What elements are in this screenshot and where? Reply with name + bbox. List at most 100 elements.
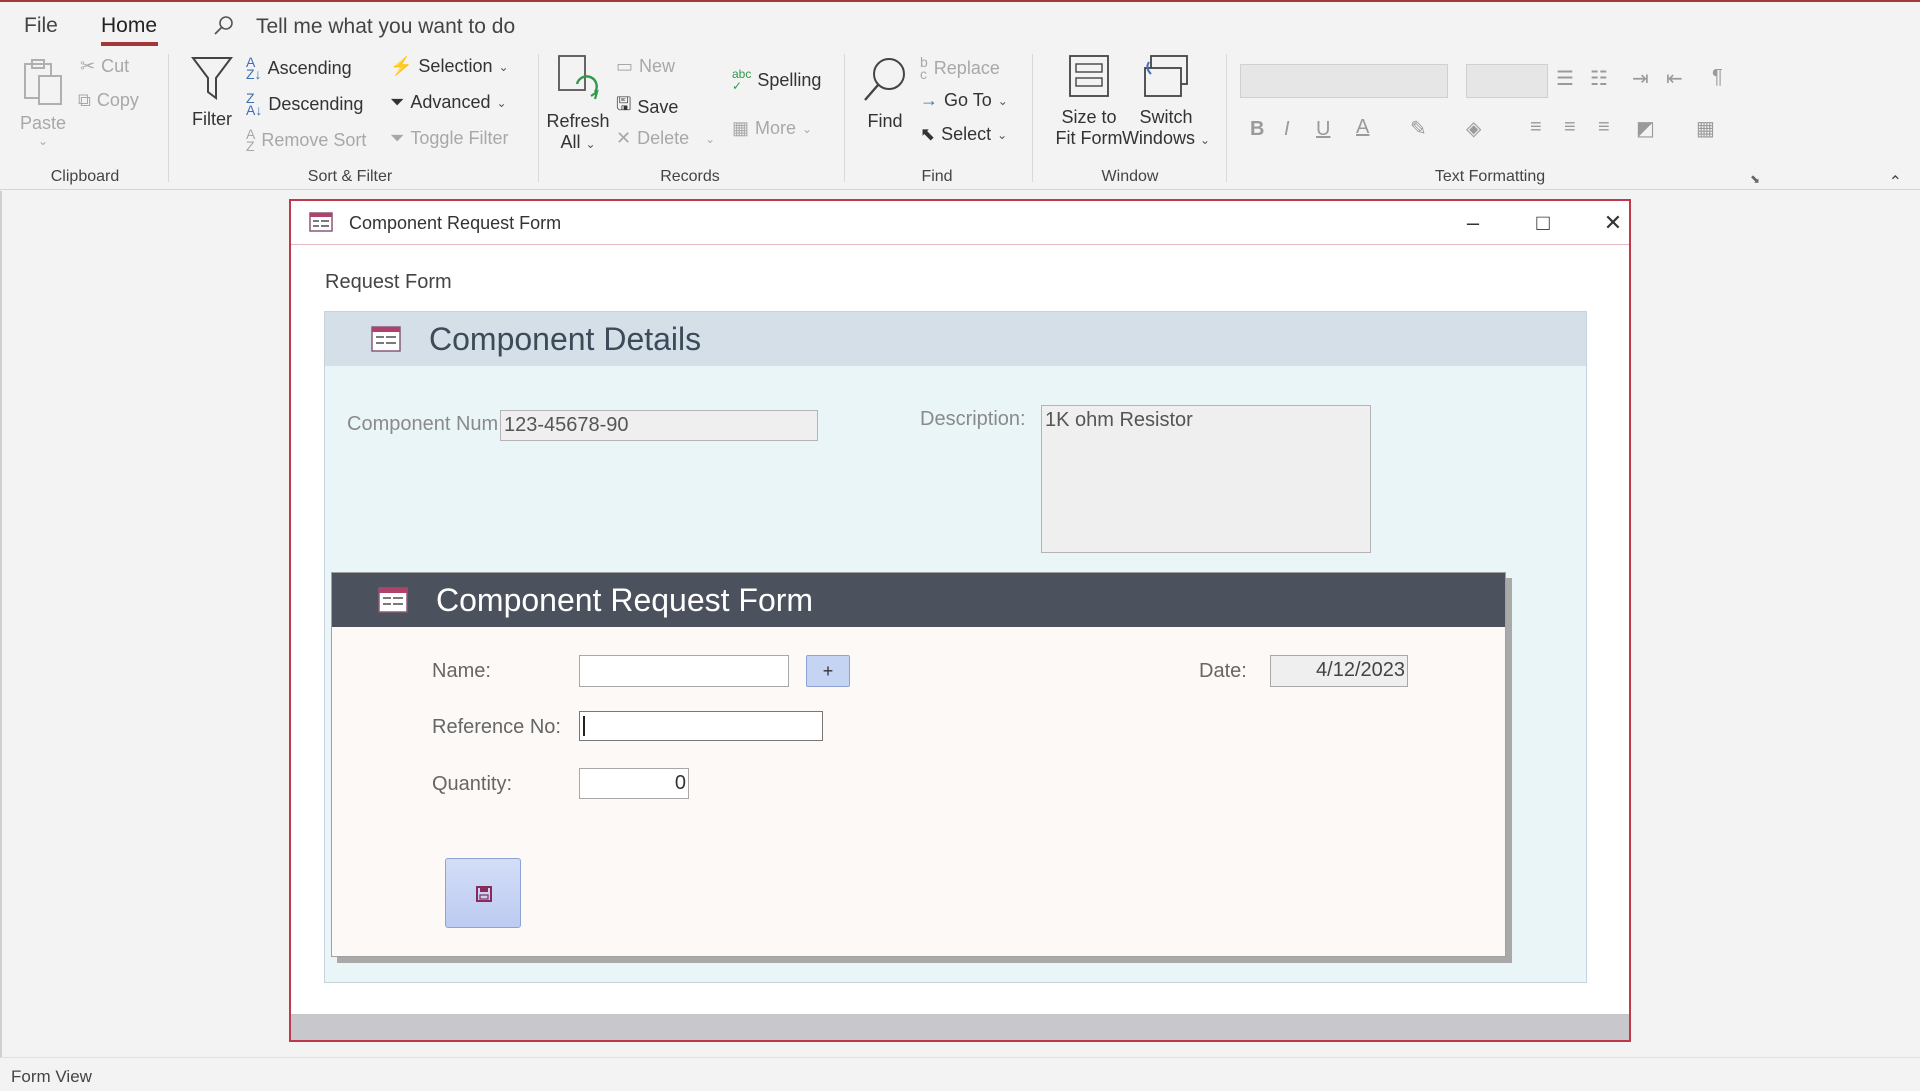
bullets-icon[interactable]: ☰ (1556, 66, 1574, 91)
text-formatting-group-label: Text Formatting (1434, 168, 1546, 185)
divider (538, 54, 539, 182)
save-icon: 🖫 (616, 94, 632, 114)
refresh-icon (558, 55, 599, 100)
chevron-down-icon: ⌄ (997, 127, 1008, 142)
select-label: Select (941, 124, 992, 144)
menu-file[interactable]: File (24, 14, 58, 38)
descending-label: Descending (268, 93, 364, 114)
advanced-button[interactable]: ⏷ Advanced ⌄ (390, 92, 507, 113)
date-label: Date: (1199, 660, 1247, 682)
toggle-filter-label: Toggle Filter (410, 128, 509, 148)
chevron-down-icon: ⌄ (705, 131, 716, 146)
copy-button[interactable]: ⧉ Copy (78, 90, 139, 111)
go-to-button[interactable]: → Go To ⌄ (920, 90, 1008, 111)
cursor-icon: ⬉ (920, 124, 936, 144)
align-right-icon[interactable]: ≡ (1598, 116, 1610, 139)
increase-indent-icon[interactable]: ⇥ (1632, 66, 1649, 91)
spelling-icon: abc ✓ (732, 67, 752, 93)
name-label: Name: (432, 660, 491, 682)
selection-filter-icon: ⚡ (390, 56, 413, 76)
paste-button[interactable]: Paste ⌄ (18, 58, 68, 148)
align-center-icon[interactable]: ≡ (1564, 116, 1576, 139)
refresh-all-button[interactable]: Refresh All ⌄ (546, 54, 610, 153)
italic-button[interactable]: I (1284, 118, 1290, 141)
switch-label-2: Windows (1121, 128, 1195, 148)
background-image-icon[interactable]: ◩ (1636, 116, 1655, 141)
tell-me-input[interactable]: Tell me what you want to do (256, 15, 515, 39)
copy-icon: ⧉ (78, 90, 91, 110)
new-record-button[interactable]: ▭ New (616, 56, 675, 77)
highlight-icon[interactable]: ✎ (1410, 116, 1427, 141)
chevron-down-icon: ⌄ (496, 95, 507, 110)
status-view-label: Form View (11, 1067, 92, 1086)
component-num-field[interactable]: 123-45678-90 (500, 410, 818, 441)
form-scrollbar-area[interactable] (291, 1014, 1629, 1040)
subform-header: Component Request Form (332, 573, 1505, 627)
search-icon[interactable] (212, 14, 236, 38)
font-size-dropdown[interactable] (1466, 64, 1548, 98)
sort-ascending-icon: A Z↓ (246, 54, 262, 82)
toggle-filter-button[interactable]: ⏷ Toggle Filter (390, 128, 508, 149)
divider (844, 54, 845, 182)
ribbon: Paste ⌄ ✂ Cut ⧉ Copy Clipboard Filter AZ… (0, 46, 1920, 192)
dialog-launcher-icon[interactable]: ⬊ (1750, 172, 1760, 186)
descending-button[interactable]: Z A↓ Descending (246, 91, 364, 117)
ascending-label: Ascending (267, 57, 352, 78)
name-input[interactable] (579, 655, 789, 687)
save-icon (476, 886, 492, 902)
ascending-button[interactable]: A Z↓ Ascending (246, 54, 352, 82)
add-name-button[interactable]: + (806, 655, 850, 687)
bold-button[interactable]: B (1250, 118, 1264, 141)
more-button[interactable]: ▦ More ⌄ (732, 118, 812, 139)
numbering-icon[interactable]: ☷ (1590, 66, 1608, 91)
advanced-filter-icon: ⏷ (390, 92, 405, 112)
form-icon (309, 212, 333, 232)
collapse-ribbon-icon[interactable]: ⌃ (1889, 172, 1902, 192)
arrow-right-icon: → (920, 90, 938, 110)
reference-no-input[interactable] (579, 711, 823, 741)
fill-color-icon[interactable]: ◈ (1466, 116, 1481, 141)
maximize-icon[interactable]: □ (1523, 207, 1563, 239)
font-name-dropdown[interactable] (1240, 64, 1448, 98)
font-color-button[interactable]: A (1356, 116, 1369, 139)
underline-button[interactable]: U (1316, 118, 1330, 141)
delete-record-button[interactable]: ✕ Delete ⌄ (616, 128, 715, 149)
find-label: Find (867, 111, 903, 131)
switch-label-1: Switch (1139, 107, 1193, 127)
find-button[interactable]: Find (858, 54, 912, 132)
decrease-indent-icon[interactable]: ⇤ (1666, 66, 1683, 91)
remove-sort-button[interactable]: AZ Remove Sort (246, 127, 367, 153)
remove-sort-label: Remove Sort (261, 129, 367, 150)
save-request-button[interactable] (445, 858, 521, 928)
chevron-down-icon: ⌄ (802, 121, 813, 136)
form-titlebar[interactable]: Component Request Form – □ ✕ (291, 201, 1629, 245)
save-record-button[interactable]: 🖫 Save (616, 92, 678, 122)
chevron-down-icon: ⌄ (585, 137, 596, 151)
replace-button[interactable]: bc Replace (920, 55, 1000, 81)
date-field[interactable]: 4/12/2023 (1270, 655, 1408, 687)
magnifier-icon (864, 58, 905, 101)
gridlines-icon[interactable]: ▦ (1696, 116, 1715, 141)
form-window-title: Component Request Form (349, 213, 562, 233)
close-icon[interactable]: ✕ (1593, 207, 1633, 239)
description-field[interactable]: 1K ohm Resistor (1041, 405, 1371, 553)
divider (1226, 54, 1227, 182)
cut-button[interactable]: ✂ Cut (80, 56, 129, 77)
divider (1032, 54, 1033, 182)
delete-icon: ✕ (616, 128, 632, 148)
align-left-icon[interactable]: ≡ (1530, 116, 1542, 139)
filter-button[interactable]: Filter (186, 54, 238, 130)
switch-windows-button[interactable]: Switch Windows ⌄ (1120, 54, 1212, 149)
paragraph-direction-icon[interactable]: ¶ (1712, 66, 1723, 89)
component-num-label: Component Num (347, 413, 499, 435)
refresh-label: Refresh (546, 111, 610, 131)
selection-button[interactable]: ⚡ Selection ⌄ (390, 56, 509, 77)
select-button[interactable]: ⬉ Select ⌄ (920, 124, 1007, 145)
spelling-button[interactable]: abc ✓ Spelling (732, 68, 821, 92)
component-details-header: Component Details (325, 312, 1586, 366)
find-group-label: Find (921, 168, 953, 185)
menu-home[interactable]: Home (101, 14, 157, 38)
minimize-icon[interactable]: – (1453, 207, 1493, 239)
quantity-input[interactable]: 0 (579, 768, 689, 799)
chevron-down-icon: ⌄ (997, 93, 1008, 108)
